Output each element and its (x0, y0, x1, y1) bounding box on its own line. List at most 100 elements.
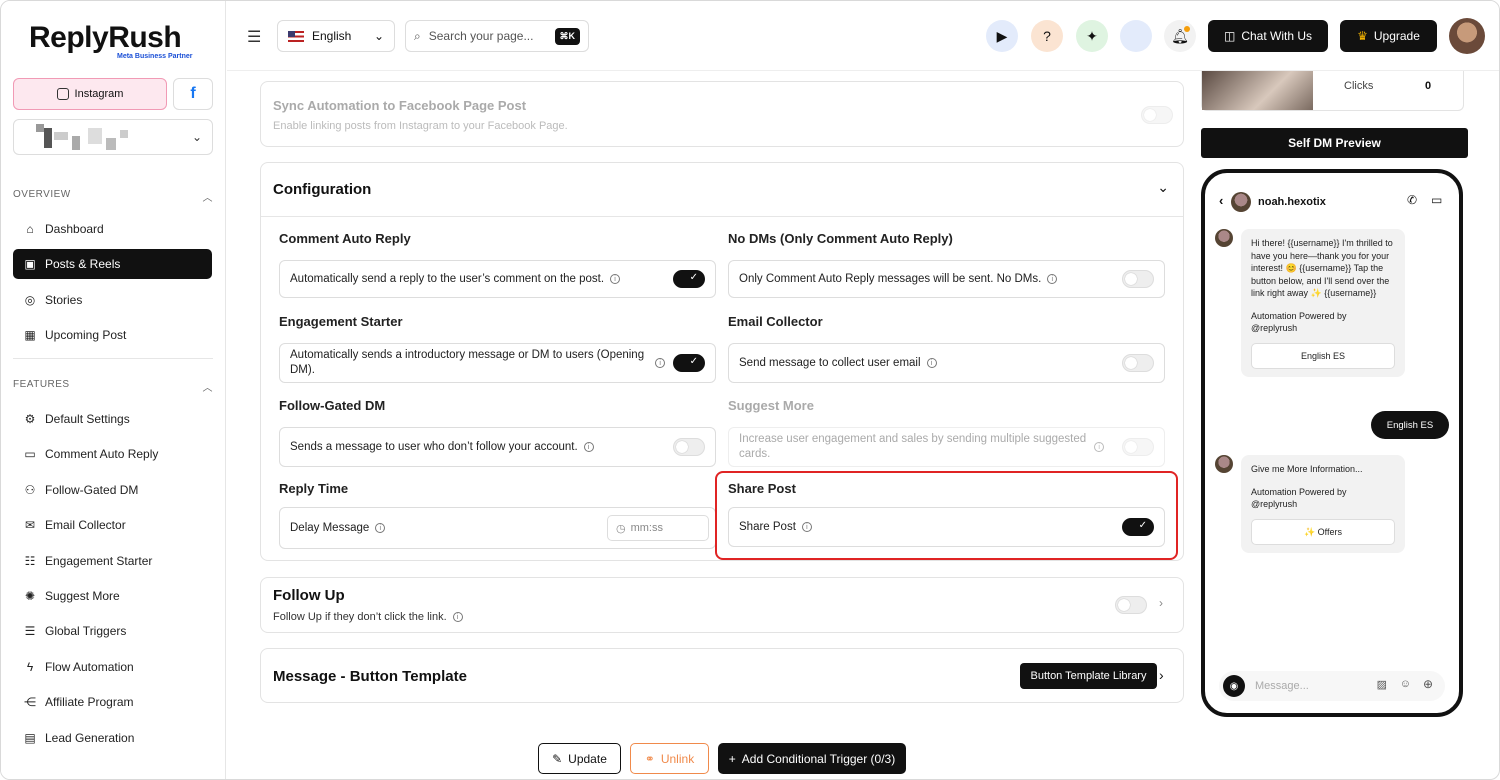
chat-icon: ☷ (24, 554, 36, 568)
sidebar-item-comment-auto-reply[interactable]: ▭ Comment Auto Reply (13, 439, 212, 469)
info-icon[interactable]: i (610, 274, 621, 284)
gallery-icon[interactable]: ▨ (1377, 678, 1387, 691)
plus-icon: + (728, 751, 736, 766)
info-icon[interactable]: i (375, 523, 386, 533)
sidebar-item-suggest-more[interactable]: ✺ Suggest More (13, 581, 212, 611)
ios-app-button[interactable] (1120, 20, 1152, 52)
crown-icon: ♛ (1357, 29, 1368, 43)
android-app-button[interactable]: ✦ (1076, 20, 1108, 52)
calendar-icon: ▦ (24, 328, 36, 342)
configuration-title: Configuration (273, 181, 372, 198)
video-tutorial-button[interactable]: ▶ (986, 20, 1018, 52)
sidebar-item-affiliate-program[interactable]: ⋲ Affiliate Program (13, 687, 212, 717)
suggest-more-toggle[interactable] (1122, 438, 1154, 456)
app-window: ReplyRush Meta Business Partner Instagra… (0, 0, 1500, 780)
android-icon: ✦ (1086, 27, 1098, 44)
sidebar-item-stories[interactable]: ◎ Stories (13, 285, 212, 315)
suggest-more-field: Increase user engagement and sales by se… (728, 427, 1165, 467)
clicks-value: 0 (1425, 80, 1432, 92)
camera-icon[interactable]: ◉ (1223, 675, 1245, 697)
instagram-platform-button[interactable]: Instagram (13, 78, 167, 110)
dm-button-english[interactable]: English ES (1251, 342, 1395, 369)
unlink-button[interactable]: ⚭ Unlink (630, 743, 709, 774)
engagement-starter-field: Automatically sends a introductory messa… (279, 343, 716, 383)
notifications-button[interactable]: 🔔︎ (1164, 20, 1196, 52)
add-icon[interactable]: ⊕ (1423, 677, 1433, 691)
stats-card: Clicks 0 (1201, 71, 1464, 111)
chevron-right-icon: › (1159, 596, 1163, 610)
follow-gated-toggle[interactable] (673, 438, 705, 456)
account-selector[interactable]: ⌄ (13, 119, 213, 155)
sidebar-item-upcoming-post[interactable]: ▦ Upcoming Post (13, 320, 212, 350)
reply-time-label: Reply Time (279, 481, 349, 496)
back-icon[interactable]: ‹ (1219, 193, 1223, 208)
chevron-down-icon: ⌄ (1157, 179, 1169, 195)
configuration-header[interactable]: Configuration ⌄ (261, 163, 1183, 217)
info-icon[interactable]: i (452, 612, 463, 623)
sidebar-item-posts-reels[interactable]: ▣ Posts & Reels (13, 249, 212, 279)
comment-auto-reply-field: Automatically send a reply to the user’s… (279, 260, 716, 298)
sync-toggle[interactable] (1141, 106, 1173, 124)
notification-dot (1184, 26, 1190, 32)
share-post-toggle[interactable]: ✓ (1122, 518, 1154, 536)
list-icon: ☰ (24, 624, 36, 638)
contact-avatar (1231, 192, 1251, 212)
sidebar-item-lead-generation[interactable]: ▤ Lead Generation (13, 723, 212, 753)
info-icon[interactable]: i (583, 442, 594, 452)
sync-description: Enable linking posts from Instagram to y… (273, 120, 568, 132)
email-collector-label: Email Collector (728, 314, 823, 329)
question-icon: ? (1043, 28, 1051, 44)
user-avatar[interactable] (1449, 18, 1485, 54)
sparkle-gear-icon: ✺ (24, 589, 36, 603)
add-conditional-trigger-button[interactable]: + Add Conditional Trigger (0/3) (718, 743, 906, 774)
comment-auto-reply-toggle[interactable]: ✓ (673, 270, 705, 288)
help-button[interactable]: ? (1031, 20, 1063, 52)
email-collector-toggle[interactable] (1122, 354, 1154, 372)
facebook-platform-button[interactable]: f (173, 78, 213, 110)
message-template-card[interactable]: Message - Button Template Button Templat… (260, 648, 1184, 703)
dm-button-offers[interactable]: ✨ Offers (1251, 518, 1395, 545)
suggest-more-label: Suggest More (728, 398, 814, 413)
follow-up-toggle[interactable] (1115, 596, 1147, 614)
button-template-library-button[interactable]: Button Template Library (1020, 663, 1157, 689)
sidebar-item-dashboard[interactable]: ⌂ Dashboard (13, 214, 212, 244)
menu-toggle-icon[interactable]: ☰ (247, 27, 261, 47)
sticker-icon[interactable]: ☺ (1400, 678, 1411, 690)
info-icon[interactable]: i (801, 522, 812, 532)
sidebar-item-default-settings[interactable]: ⚙ Default Settings (13, 404, 212, 434)
divider (13, 358, 213, 359)
mail-icon: ✉ (24, 518, 36, 532)
phone-call-icon[interactable]: ✆ (1407, 193, 1417, 207)
video-call-icon[interactable]: ▭ (1431, 193, 1442, 207)
self-dm-preview-button[interactable]: Self DM Preview (1201, 128, 1468, 158)
user-reply-bubble: English ES (1371, 411, 1449, 439)
chevron-up-icon: ︿ (202, 383, 213, 394)
sidebar-item-engagement-starter[interactable]: ☷ Engagement Starter (13, 546, 212, 576)
info-icon[interactable]: i (1094, 442, 1104, 452)
upgrade-button[interactable]: ♛ Upgrade (1340, 20, 1437, 52)
info-icon[interactable]: i (1047, 274, 1058, 284)
comment-icon: ▭ (24, 447, 36, 461)
follow-gated-label: Follow-Gated DM (279, 398, 386, 413)
chat-with-us-button[interactable]: ◫ Chat With Us (1208, 20, 1328, 52)
info-icon[interactable]: i (655, 358, 665, 368)
follow-up-card[interactable]: Follow Up Follow Up if they don’t click … (260, 577, 1184, 633)
update-button[interactable]: ✎ Update (538, 743, 621, 774)
follow-gated-field: Sends a message to user who don’t follow… (279, 427, 716, 467)
message-input[interactable]: ◉ Message... ▨ ☺ ⊕ (1219, 671, 1445, 701)
delay-time-input[interactable]: ◷ mm:ss (607, 515, 709, 541)
sidebar-item-follow-gated-dm[interactable]: ⚇ Follow-Gated DM (13, 475, 212, 505)
share-post-field: Share Post i ✓ (728, 507, 1165, 547)
search-input[interactable]: ⌕ Search your page... ⌘K (405, 20, 589, 52)
language-selector[interactable]: English ⌄ (277, 20, 395, 52)
info-icon[interactable]: i (926, 358, 937, 368)
overview-section-header[interactable]: OVERVIEW ︿ (13, 189, 213, 204)
features-section-header[interactable]: FEATURES ︿ (13, 379, 213, 394)
sidebar-item-flow-automation[interactable]: ϟ Flow Automation (13, 652, 212, 682)
sidebar-item-global-triggers[interactable]: ☰ Global Triggers (13, 616, 212, 646)
no-dms-toggle[interactable] (1122, 270, 1154, 288)
sidebar-item-email-collector[interactable]: ✉ Email Collector (13, 510, 212, 540)
email-collector-field: Send message to collect user email i (728, 343, 1165, 383)
engagement-starter-toggle[interactable]: ✓ (673, 354, 705, 372)
contact-username: noah.hexotix (1258, 196, 1326, 208)
